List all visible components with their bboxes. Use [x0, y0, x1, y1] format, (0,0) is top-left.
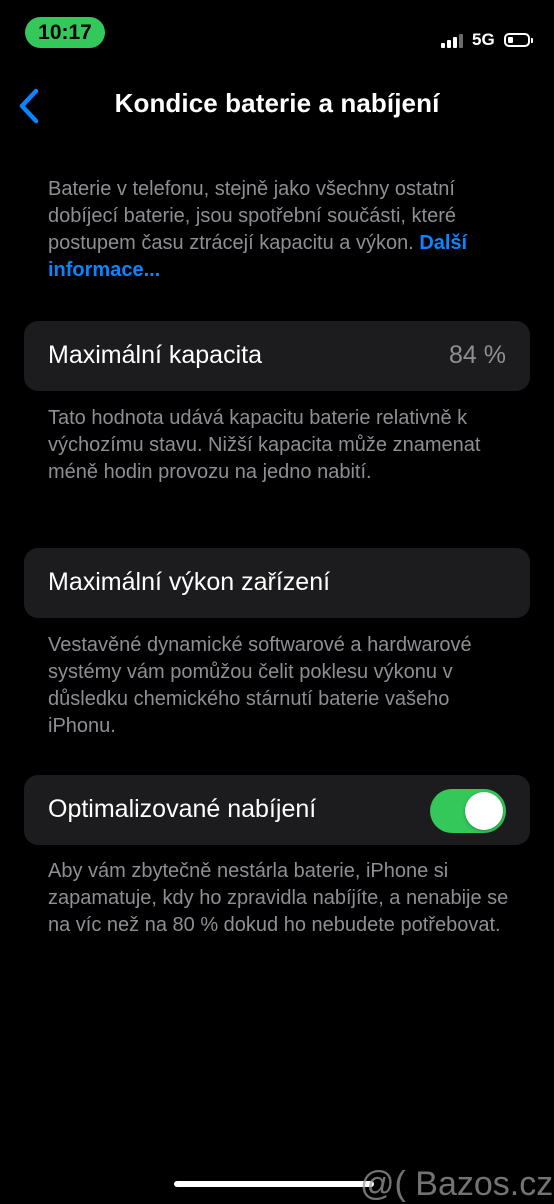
max-capacity-description: Tato hodnota udává kapacitu baterie rela…	[48, 407, 481, 483]
max-capacity-label: Maximální kapacita	[48, 341, 262, 369]
page-title: Kondice baterie a nabíjení	[114, 88, 440, 118]
toggle-knob	[465, 792, 503, 830]
home-indicator[interactable]	[174, 1181, 374, 1187]
optimized-charging-row: Optimalizované nabíjení	[24, 775, 530, 845]
optimized-charging-label: Optimalizované nabíjení	[48, 795, 317, 823]
optimized-charging-toggle[interactable]	[430, 789, 506, 833]
watermark: @( Bazos.cz	[360, 1165, 554, 1203]
max-capacity-row: Maximální kapacita 84 %	[24, 321, 530, 391]
battery-icon	[504, 33, 533, 47]
peak-performance-description: Vestavěné dynamické softwarové a hardwar…	[48, 634, 472, 737]
peak-performance-row[interactable]: Maximální výkon zařízení	[24, 548, 530, 618]
intro-body: Baterie v telefonu, stejně jako všechny …	[48, 178, 457, 254]
optimized-charging-description: Aby vám zbytečně nestárla baterie, iPhon…	[48, 860, 509, 936]
max-capacity-value: 84 %	[449, 341, 506, 369]
status-bar: 10:17 5G	[0, 0, 554, 70]
status-time[interactable]: 10:17	[25, 17, 105, 48]
peak-performance-label: Maximální výkon zařízení	[48, 568, 331, 596]
cellular-signal-icon	[441, 34, 465, 48]
network-type: 5G	[472, 30, 495, 49]
intro-text: Baterie v telefonu, stejně jako všechny …	[48, 176, 518, 284]
